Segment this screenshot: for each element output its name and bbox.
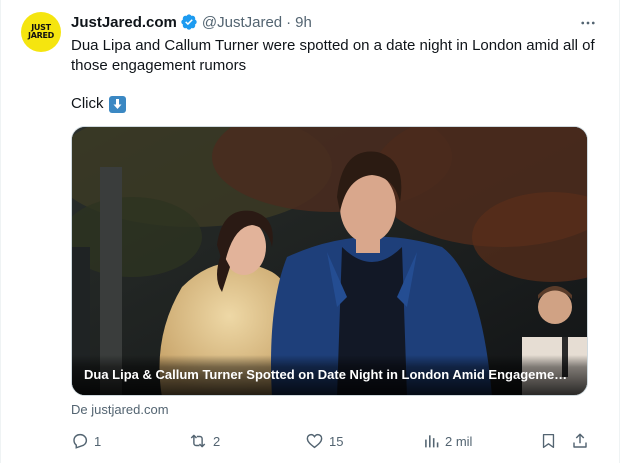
tweet-card[interactable]: JUST JARED JustJared.com @JustJared · 9h… — [0, 0, 620, 463]
link-card-image[interactable]: Dua Lipa & Callum Turner Spotted on Date… — [71, 126, 588, 396]
bookmark-button[interactable] — [540, 430, 562, 452]
share-button[interactable] — [571, 430, 594, 452]
more-horizontal-icon[interactable] — [577, 12, 599, 34]
action-bar: 1 2 15 2 mil — [71, 430, 591, 452]
retweet-icon — [190, 434, 206, 448]
verified-badge-icon — [181, 14, 197, 30]
views-chart-icon — [425, 435, 439, 448]
click-text: Click — [71, 95, 104, 112]
reply-icon — [73, 433, 88, 449]
reply-count: 1 — [94, 433, 102, 449]
heart-icon — [306, 433, 323, 449]
card-caption-bar: Dua Lipa & Callum Turner Spotted on Date… — [72, 355, 587, 395]
like-count: 15 — [329, 433, 344, 449]
share-icon — [573, 433, 587, 448]
avatar[interactable]: JUST JARED — [21, 12, 61, 52]
views-button[interactable]: 2 mil — [423, 430, 472, 452]
views-count: 2 mil — [445, 433, 473, 449]
separator-dot: · — [286, 13, 292, 31]
tweet-header: JustJared.com @JustJared · 9h — [71, 12, 312, 32]
click-line: Click — [71, 94, 126, 114]
down-arrow-emoji-icon — [108, 95, 126, 113]
link-source[interactable]: De justjared.com — [71, 402, 169, 417]
timestamp[interactable]: 9h — [295, 14, 312, 31]
display-name[interactable]: JustJared.com — [71, 14, 177, 31]
tweet-text: Dua Lipa and Callum Turner were spotted … — [71, 37, 595, 74]
handle[interactable]: @JustJared — [202, 14, 282, 31]
retweet-button[interactable]: 2 — [188, 430, 220, 452]
reply-button[interactable]: 1 — [71, 430, 101, 452]
retweet-count: 2 — [213, 433, 221, 449]
avatar-text-line-2: JARED — [28, 31, 54, 40]
bookmark-icon — [542, 433, 555, 449]
card-title: Dua Lipa & Callum Turner Spotted on Date… — [84, 367, 574, 382]
like-button[interactable]: 15 — [305, 430, 343, 452]
